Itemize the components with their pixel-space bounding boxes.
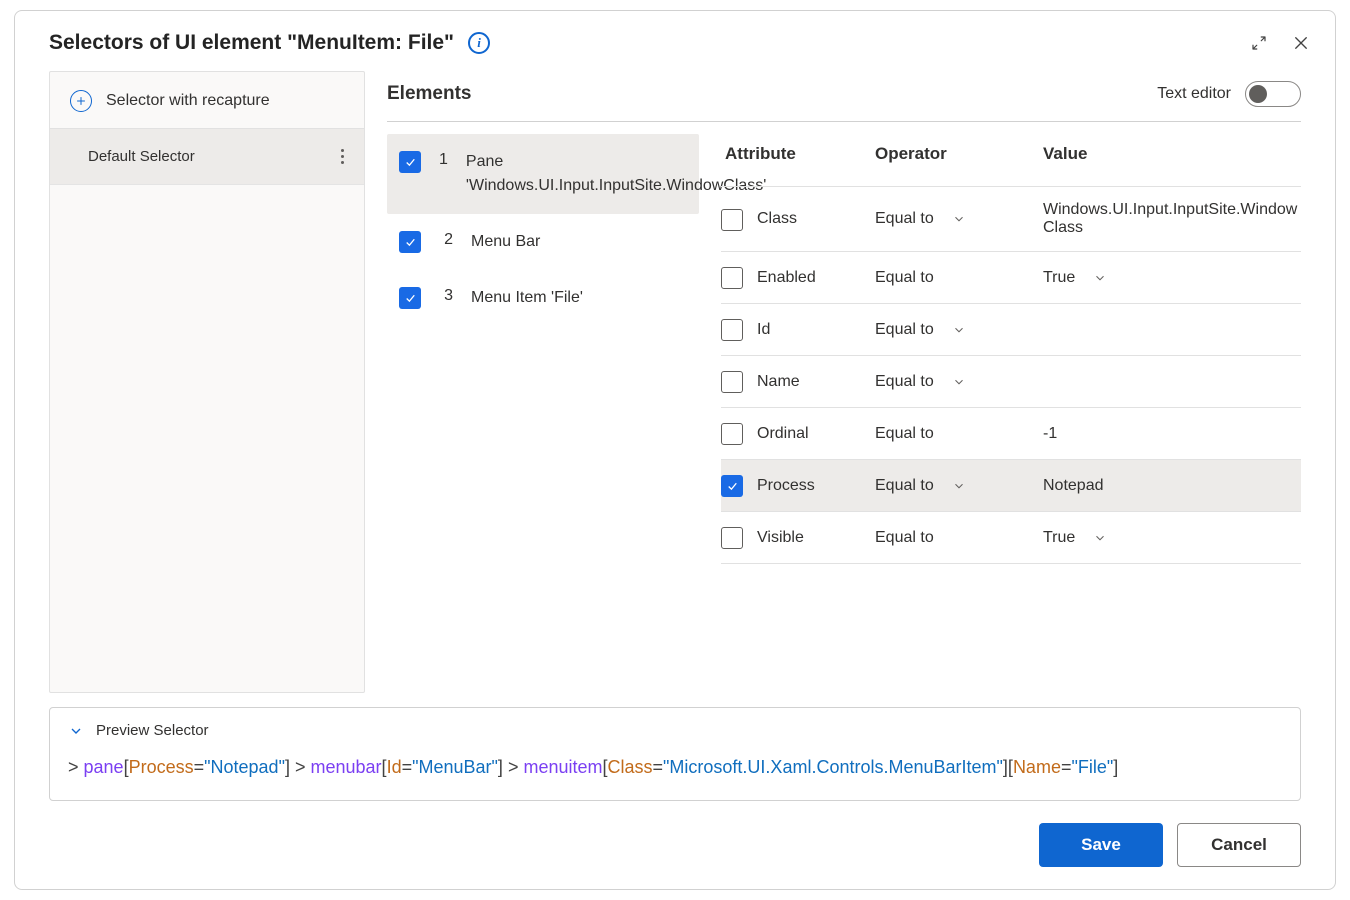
- element-hierarchy-list: 1 Pane 'Windows.UI.Input.InputSite.Windo…: [387, 122, 699, 693]
- attribute-value: -1: [1043, 425, 1057, 443]
- selector-builder-dialog: Selectors of UI element "MenuItem: File"…: [14, 10, 1336, 890]
- element-checkbox[interactable]: [399, 231, 421, 253]
- elements-split: 1 Pane 'Windows.UI.Input.InputSite.Windo…: [387, 122, 1301, 693]
- attribute-row[interactable]: Process Equal to Notepad: [721, 460, 1301, 512]
- chevron-down-icon[interactable]: [1093, 531, 1107, 545]
- chevron-down-icon[interactable]: [952, 323, 966, 337]
- preview-selector-panel: Preview Selector > pane[Process="Notepad…: [49, 707, 1301, 801]
- element-index: 2: [439, 231, 453, 249]
- chevron-down-icon[interactable]: [952, 212, 966, 226]
- sidebar-selector-item[interactable]: Default Selector: [50, 129, 364, 185]
- toggle-knob: [1249, 85, 1267, 103]
- element-row[interactable]: 1 Pane 'Windows.UI.Input.InputSite.Windo…: [387, 134, 699, 214]
- operator-value: Equal to: [875, 529, 934, 547]
- attribute-name: Name: [757, 373, 800, 391]
- attribute-name: Class: [757, 210, 797, 228]
- plus-icon: [70, 90, 92, 112]
- dialog-header: Selectors of UI element "MenuItem: File"…: [15, 11, 1335, 71]
- attribute-name: Id: [757, 321, 770, 339]
- attribute-checkbox[interactable]: [721, 371, 743, 393]
- add-selector-label: Selector with recapture: [106, 92, 270, 110]
- attribute-row[interactable]: Name Equal to: [721, 356, 1301, 408]
- attribute-checkbox[interactable]: [721, 423, 743, 445]
- chevron-down-icon[interactable]: [952, 375, 966, 389]
- more-icon[interactable]: [331, 145, 354, 168]
- element-row[interactable]: 3 Menu Item 'File': [387, 270, 699, 326]
- preview-label: Preview Selector: [96, 722, 209, 739]
- operator-value: Equal to: [875, 477, 934, 495]
- dialog-footer: Save Cancel: [15, 801, 1335, 889]
- operator-value: Equal to: [875, 269, 934, 287]
- chevron-down-icon[interactable]: [1093, 271, 1107, 285]
- attribute-checkbox[interactable]: [721, 267, 743, 289]
- attribute-checkbox[interactable]: [721, 209, 743, 231]
- attribute-row[interactable]: Enabled Equal to True: [721, 252, 1301, 304]
- save-button[interactable]: Save: [1039, 823, 1163, 867]
- attribute-name: Ordinal: [757, 425, 809, 443]
- element-label: Menu Item 'File': [471, 286, 687, 310]
- col-operator: Operator: [875, 144, 947, 164]
- attribute-checkbox[interactable]: [721, 475, 743, 497]
- col-value: Value: [1043, 144, 1087, 164]
- element-label: Menu Bar: [471, 230, 687, 254]
- info-icon[interactable]: i: [468, 32, 490, 54]
- elements-panel-header: Elements Text editor: [387, 71, 1301, 122]
- attribute-checkbox[interactable]: [721, 319, 743, 341]
- element-index: 3: [439, 287, 453, 305]
- attribute-value: True: [1043, 269, 1075, 287]
- preview-selector-code: > pane[Process="Notepad"] > menubar[Id="…: [68, 753, 1282, 782]
- element-row[interactable]: 2 Menu Bar: [387, 214, 699, 270]
- attribute-row[interactable]: Ordinal Equal to -1: [721, 408, 1301, 460]
- sidebar-item-label: Default Selector: [88, 148, 195, 165]
- close-icon[interactable]: [1287, 29, 1315, 57]
- attribute-header-row: Attribute Operator Value: [721, 138, 1301, 187]
- operator-value: Equal to: [875, 373, 934, 391]
- attribute-name: Enabled: [757, 269, 816, 287]
- element-index: 1: [439, 151, 448, 169]
- attribute-value: True: [1043, 529, 1075, 547]
- elements-title: Elements: [387, 83, 471, 105]
- add-selector-button[interactable]: Selector with recapture: [50, 72, 364, 129]
- attribute-value: Windows.UI.Input.InputSite.WindowClass: [1043, 201, 1301, 237]
- attribute-row[interactable]: Id Equal to: [721, 304, 1301, 356]
- attribute-name: Visible: [757, 529, 804, 547]
- element-checkbox[interactable]: [399, 287, 421, 309]
- text-editor-label: Text editor: [1157, 85, 1231, 103]
- element-checkbox[interactable]: [399, 151, 421, 173]
- dialog-body: Selector with recapture Default Selector…: [15, 71, 1335, 693]
- operator-value: Equal to: [875, 210, 934, 228]
- expand-icon[interactable]: [1245, 29, 1273, 57]
- col-attribute: Attribute: [725, 144, 796, 164]
- preview-toggle[interactable]: Preview Selector: [68, 722, 1282, 739]
- attribute-value: Notepad: [1043, 477, 1104, 495]
- attribute-checkbox[interactable]: [721, 527, 743, 549]
- cancel-button[interactable]: Cancel: [1177, 823, 1301, 867]
- text-editor-toggle[interactable]: [1245, 81, 1301, 107]
- chevron-down-icon[interactable]: [952, 479, 966, 493]
- attribute-row[interactable]: Class Equal to Windows.UI.Input.InputSit…: [721, 187, 1301, 252]
- dialog-title: Selectors of UI element "MenuItem: File": [49, 31, 454, 55]
- operator-value: Equal to: [875, 321, 934, 339]
- attribute-row[interactable]: Visible Equal to True: [721, 512, 1301, 564]
- elements-panel: Elements Text editor 1 Pane 'Windows.UI.…: [387, 71, 1301, 693]
- operator-value: Equal to: [875, 425, 934, 443]
- attribute-table: Attribute Operator Value Class Equal to …: [699, 122, 1301, 693]
- selector-list-sidebar: Selector with recapture Default Selector: [49, 71, 365, 693]
- attribute-name: Process: [757, 477, 815, 495]
